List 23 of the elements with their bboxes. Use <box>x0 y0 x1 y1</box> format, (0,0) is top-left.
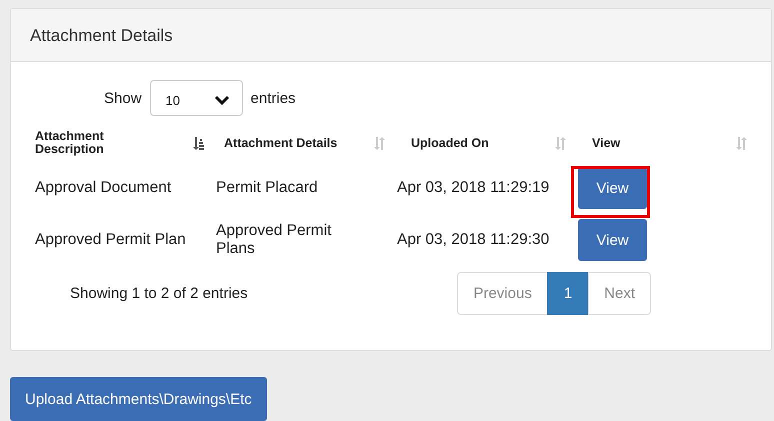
table-info: Showing 1 to 2 of 2 entries <box>70 285 248 302</box>
pagination-button[interactable]: Previous <box>457 272 548 315</box>
sort-icon[interactable] <box>192 136 204 150</box>
column-header[interactable]: Attachment Details <box>216 136 338 150</box>
table-cell: Apr 03, 2018 11:29:19 <box>397 179 550 196</box>
table-cell: Approval Document <box>35 179 172 196</box>
table-cell: Apr 03, 2018 11:29:30 <box>397 231 550 248</box>
chevron-down-icon <box>214 95 230 105</box>
table-cell: Permit Placard <box>216 179 318 196</box>
pagination-button[interactable]: Next <box>588 272 651 315</box>
column-header[interactable]: Uploaded On <box>397 136 489 150</box>
table-cell-text: Approved Permit Plans <box>216 222 332 257</box>
show-label: Show <box>104 90 142 106</box>
column-header[interactable]: View <box>578 136 620 150</box>
entries-label: entries <box>250 90 296 106</box>
table-cell: Approved Permit Plan <box>35 231 186 248</box>
view-button[interactable]: View <box>578 167 647 209</box>
upload-button[interactable]: Upload Attachments\Drawings\Etc <box>10 377 267 421</box>
entries-dropdown[interactable]: 10 <box>150 80 243 116</box>
panel-title: Attachment Details <box>11 9 771 62</box>
view-button[interactable]: View <box>578 219 647 261</box>
pagination-button[interactable]: 1 <box>546 272 590 315</box>
column-header[interactable]: Attachment Description <box>35 130 125 156</box>
